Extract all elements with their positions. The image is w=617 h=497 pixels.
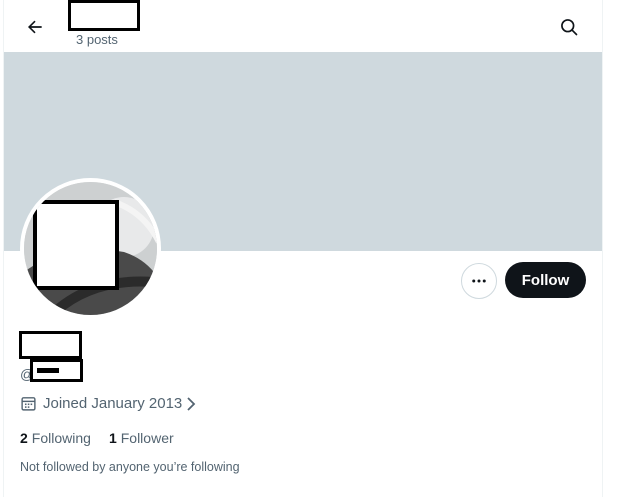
followers-link[interactable]: 1 Follower <box>109 430 174 446</box>
post-count: 3 posts <box>76 32 118 47</box>
follow-button[interactable]: Follow <box>505 262 586 298</box>
followers-label: Follower <box>120 430 174 446</box>
arrow-left-icon <box>28 20 42 34</box>
more-horizontal-icon <box>472 279 486 283</box>
follow-stats: 2 Following 1 Follower <box>20 430 192 446</box>
top-bar: 3 posts <box>4 0 602 52</box>
joined-date[interactable]: Joined January 2013 <box>20 395 197 412</box>
calendar-icon <box>21 397 36 411</box>
avatar[interactable] <box>20 178 161 319</box>
display-name-redacted <box>19 331 82 359</box>
profile-name-redacted <box>68 0 140 31</box>
social-context: Not followed by anyone you’re following <box>20 460 240 474</box>
handle-redacted <box>30 359 83 382</box>
search-icon <box>561 19 578 36</box>
followers-count: 1 <box>108 430 117 446</box>
handle-redacted-bar <box>37 368 59 373</box>
avatar-redacted <box>33 200 119 290</box>
back-button[interactable] <box>18 10 52 44</box>
chevron-right-icon <box>187 396 196 411</box>
column-border-right <box>602 0 603 497</box>
search-button[interactable] <box>552 10 586 44</box>
joined-label: Joined January 2013 <box>43 395 183 412</box>
following-label: Following <box>31 430 91 446</box>
following-count: 2 <box>20 430 28 446</box>
following-link[interactable]: 2 Following <box>20 430 91 446</box>
more-button[interactable] <box>461 263 497 299</box>
